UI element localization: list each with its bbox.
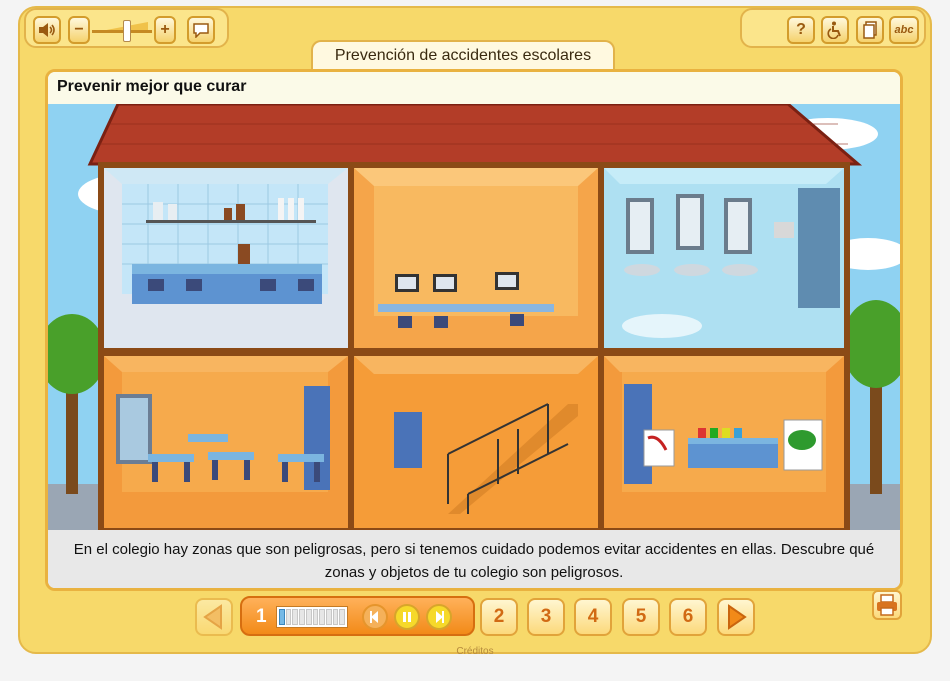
content-panel: Prevenir mejor que curar En el colegio h… xyxy=(45,69,903,591)
school-house-illustration xyxy=(48,104,900,536)
print-button[interactable] xyxy=(872,590,902,620)
rewind-button[interactable] xyxy=(362,604,388,630)
section-heading: Prevenir mejor que curar xyxy=(48,72,900,104)
text-mode-button[interactable]: abc xyxy=(889,16,919,44)
page-5-button[interactable]: 5 xyxy=(622,598,660,636)
printer-icon xyxy=(877,594,897,616)
volume-slider-line xyxy=(92,30,152,33)
pause-icon xyxy=(403,612,411,622)
previous-button[interactable] xyxy=(195,598,233,636)
page-progress-bar xyxy=(276,606,348,628)
document-icon[interactable] xyxy=(856,16,884,44)
room-computers xyxy=(354,168,598,348)
current-page-number: 1 xyxy=(256,606,267,627)
room-classroom xyxy=(104,356,348,528)
page-4-button[interactable]: 4 xyxy=(574,598,612,636)
fast-forward-button[interactable] xyxy=(426,604,452,630)
room-art xyxy=(604,356,844,528)
page-6-button[interactable]: 6 xyxy=(669,598,707,636)
speaker-icon[interactable] xyxy=(33,16,61,44)
page-title: Prevención de accidentes escolares xyxy=(311,40,615,70)
page-2-button[interactable]: 2 xyxy=(480,598,518,636)
next-button[interactable] xyxy=(717,598,755,636)
pause-button[interactable] xyxy=(394,604,420,630)
rewind-icon xyxy=(370,611,378,623)
room-stairs xyxy=(354,356,598,528)
page-3-button[interactable]: 3 xyxy=(527,598,565,636)
arrow-left-icon xyxy=(203,604,222,630)
forward-icon xyxy=(436,611,444,623)
instruction-caption: En el colegio hay zonas que son peligros… xyxy=(48,530,900,588)
roof xyxy=(87,104,863,166)
volume-up-button[interactable]: + xyxy=(154,16,176,44)
wheelchair-icon[interactable] xyxy=(821,16,849,44)
help-button[interactable]: ? xyxy=(787,16,815,44)
volume-down-button[interactable]: − xyxy=(68,16,90,44)
speech-bubble-icon[interactable] xyxy=(187,16,215,44)
volume-slider-handle[interactable] xyxy=(123,20,131,42)
room-laboratory xyxy=(104,168,348,348)
credits-link[interactable]: Créditos xyxy=(0,646,950,657)
room-bathroom xyxy=(604,168,844,348)
arrow-right-icon xyxy=(728,604,747,630)
